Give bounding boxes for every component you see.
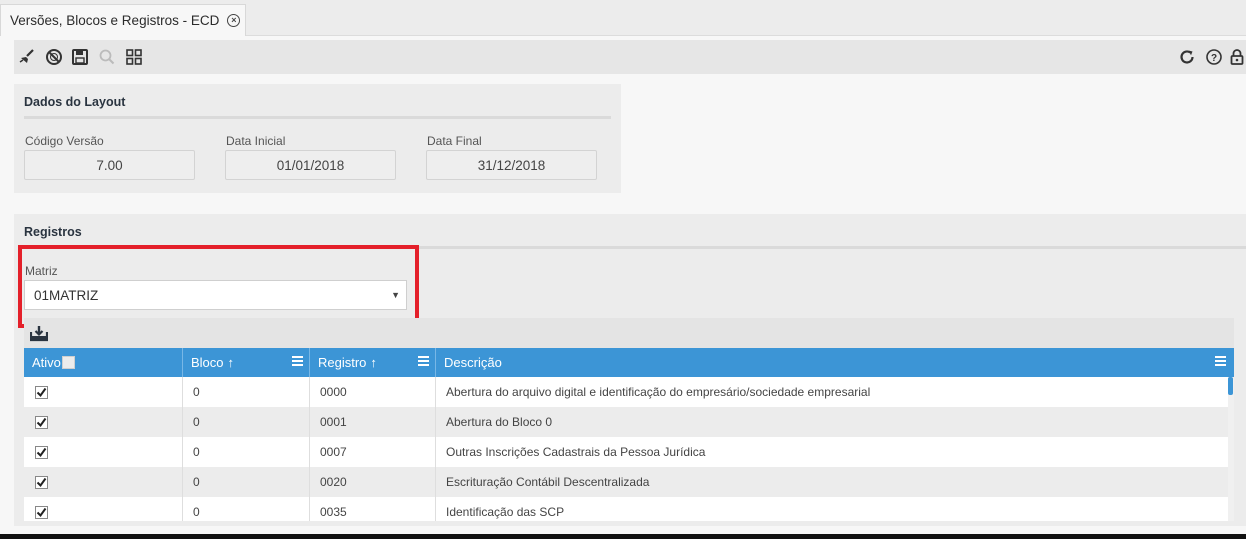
panel-divider (24, 116, 611, 119)
ativo-cell[interactable] (24, 407, 183, 437)
table-row[interactable]: 0 0001 Abertura do Bloco 0 (24, 407, 1228, 437)
table-row[interactable]: 0 0035 Identificação das SCP (24, 497, 1228, 521)
column-menu-icon[interactable] (1215, 356, 1226, 367)
panel-title-layout: Dados do Layout (24, 95, 126, 109)
checkbox-checked[interactable] (35, 475, 48, 489)
lock-icon[interactable] (1230, 48, 1244, 66)
bloco-cell: 0 (183, 497, 310, 521)
grid-header: Ativo Bloco ↑ Registro ↑ Descrição (24, 348, 1234, 377)
bottom-edge (0, 534, 1246, 539)
registro-cell: 0035 (310, 497, 436, 521)
registro-cell: 0007 (310, 437, 436, 467)
data-inicial-field: 01/01/2018 (225, 150, 396, 180)
descricao-cell: Identificação das SCP (446, 505, 565, 519)
svg-text:?: ? (1211, 53, 1217, 64)
ativo-cell[interactable] (24, 377, 183, 407)
codigo-versao-field: 7.00 (24, 150, 195, 180)
layout-panel: Dados do Layout Código Versão 7.00 Data … (14, 84, 621, 193)
sort-arrow-icon: ↑ (370, 355, 377, 370)
cancel-icon[interactable] (45, 48, 63, 66)
data-final-label: Data Final (427, 134, 482, 148)
grid-toolbar (24, 318, 1234, 348)
matriz-highlight-box (18, 245, 419, 328)
sort-arrow-icon: ↑ (227, 355, 235, 370)
grid-scroll-thumb[interactable] (1228, 377, 1233, 395)
data-final-field: 31/12/2018 (426, 150, 597, 180)
column-menu-icon[interactable] (292, 356, 303, 367)
bloco-cell: 0 (183, 437, 310, 467)
grid-icon[interactable] (125, 48, 143, 66)
select-all-checkbox[interactable] (61, 356, 75, 369)
refresh-icon[interactable] (1178, 48, 1196, 66)
checkbox-checked[interactable] (35, 385, 48, 399)
main-content: ? Dados do Layout Código Versão 7.00 Dat… (0, 36, 1246, 534)
column-header-descricao[interactable]: Descrição (436, 348, 1234, 377)
registro-cell: 0001 (310, 407, 436, 437)
descricao-cell: Abertura do arquivo digital e identifica… (446, 385, 871, 399)
bloco-cell: 0 (183, 377, 310, 407)
export-icon[interactable] (29, 324, 49, 342)
table-row[interactable]: 0 0020 Escrituração Contábil Descentrali… (24, 467, 1228, 497)
broom-icon[interactable] (18, 48, 36, 66)
table-row[interactable]: 0 0007 Outras Inscrições Cadastrais da P… (24, 437, 1228, 467)
table-row[interactable]: 0 0000 Abertura do arquivo digital e ide… (24, 377, 1228, 407)
ativo-cell[interactable] (24, 497, 183, 521)
tab-bar: Versões, Blocos e Registros - ECD × (0, 0, 1246, 36)
codigo-versao-label: Código Versão (25, 134, 104, 148)
checkbox-checked[interactable] (35, 445, 48, 459)
column-header-registro[interactable]: Registro ↑ (310, 348, 436, 377)
close-icon[interactable]: × (227, 14, 241, 27)
save-icon[interactable] (71, 48, 89, 66)
tab-versoes-blocos-registros[interactable]: Versões, Blocos e Registros - ECD × (0, 4, 246, 36)
ativo-cell[interactable] (24, 467, 183, 497)
panel-title-registros: Registros (24, 225, 82, 239)
ativo-cell[interactable] (24, 437, 183, 467)
descricao-cell: Abertura do Bloco 0 (446, 415, 553, 429)
data-inicial-label: Data Inicial (226, 134, 286, 148)
column-header-ativo[interactable]: Ativo (24, 348, 183, 377)
checkbox-checked[interactable] (35, 505, 48, 519)
registro-cell: 0000 (310, 377, 436, 407)
toolbar: ? (14, 40, 1246, 74)
bloco-cell: 0 (183, 407, 310, 437)
grid-body: 0 0000 Abertura do arquivo digital e ide… (24, 377, 1234, 521)
column-header-bloco[interactable]: Bloco ↑ (183, 348, 310, 377)
column-menu-icon[interactable] (418, 356, 429, 367)
tab-title: Versões, Blocos e Registros - ECD (10, 13, 220, 28)
bloco-cell: 0 (183, 467, 310, 497)
descricao-cell: Outras Inscrições Cadastrais da Pessoa J… (446, 445, 706, 459)
search-icon[interactable] (98, 48, 116, 66)
descricao-cell: Escrituração Contábil Descentralizada (446, 475, 650, 489)
help-icon[interactable]: ? (1205, 48, 1223, 66)
registro-cell: 0020 (310, 467, 436, 497)
grid-scrollbar[interactable] (1228, 377, 1234, 521)
checkbox-checked[interactable] (35, 415, 48, 429)
